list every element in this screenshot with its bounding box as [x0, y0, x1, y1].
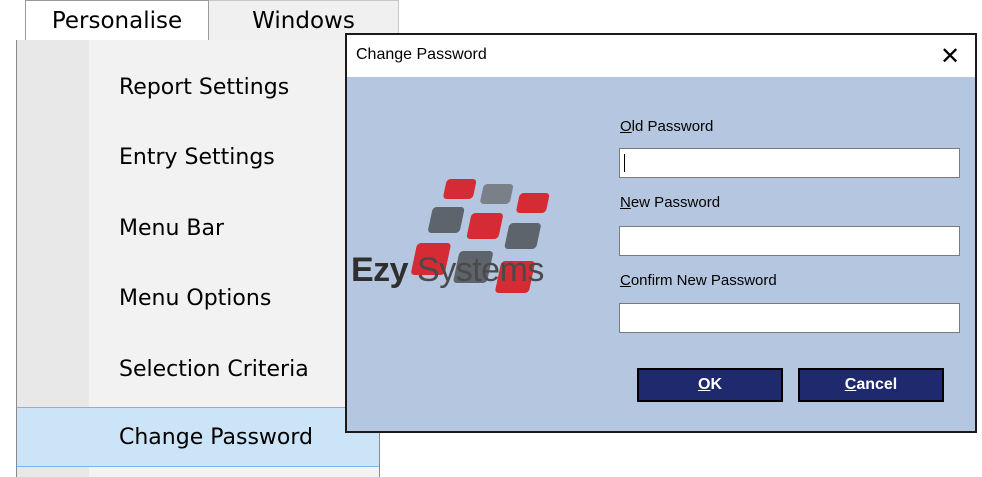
new-password-label: New Password — [620, 194, 721, 211]
ok-button[interactable]: OK — [637, 368, 783, 402]
old-password-field[interactable] — [619, 148, 960, 178]
change-password-dialog: Change Password ✕ Ezy Systems Old Passwo… — [345, 33, 977, 433]
dialog-title: Change Password — [356, 46, 487, 63]
text-caret — [624, 154, 625, 172]
logo-wordmark-bold: Ezy — [351, 251, 409, 289]
menu-item-entry-settings[interactable]: Entry Settings — [17, 128, 379, 188]
menu-item-menu-bar[interactable]: Menu Bar — [17, 199, 379, 259]
new-password-field[interactable] — [619, 226, 960, 256]
confirm-password-field[interactable] — [619, 303, 960, 333]
menu-tab-personalise[interactable]: Personalise — [25, 0, 209, 40]
logo-wordmark-rest: Systems — [408, 251, 544, 289]
menu-item-menu-options[interactable]: Menu Options — [17, 269, 379, 329]
confirm-password-label: Confirm New Password — [620, 272, 777, 289]
logo-wordmark: Ezy Systems — [351, 251, 611, 290]
cancel-button[interactable]: Cancel — [798, 368, 944, 402]
menu-item-selection-criteria[interactable]: Selection Criteria — [17, 340, 379, 400]
personalise-dropdown: Report Settings Entry Settings Menu Bar … — [16, 40, 380, 477]
menu-item-report-settings[interactable]: Report Settings — [17, 58, 379, 118]
dialog-titlebar[interactable]: Change Password ✕ — [347, 35, 975, 77]
menu-item-change-password[interactable]: Change Password — [17, 407, 379, 467]
old-password-label: Old Password — [620, 118, 714, 135]
close-icon[interactable]: ✕ — [935, 41, 965, 71]
dialog-body: Ezy Systems Old Password New Password Co… — [347, 77, 975, 431]
